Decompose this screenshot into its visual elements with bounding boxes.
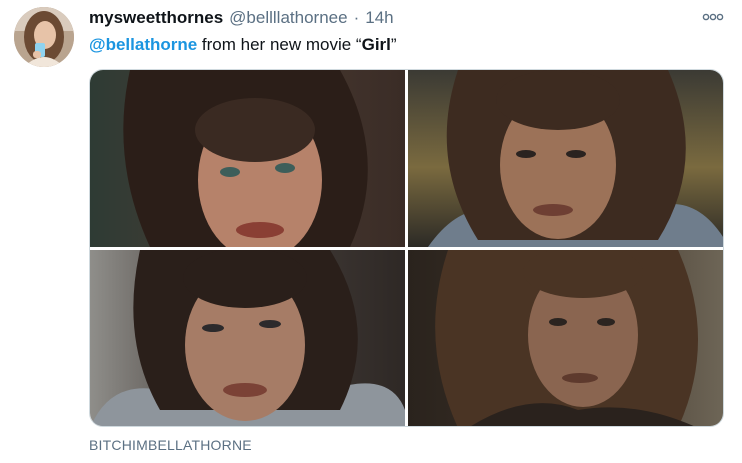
display-name[interactable]: mysweetthornes xyxy=(89,8,223,28)
watermark-caption: BITCHIMBELLATHORNE xyxy=(89,437,252,453)
photo-2[interactable] xyxy=(408,70,723,247)
tweet-text-middle: from her new movie “ xyxy=(197,35,362,54)
mention-link[interactable]: @bellathorne xyxy=(89,35,197,54)
more-options-icon[interactable] xyxy=(702,10,724,24)
photo-1[interactable] xyxy=(90,70,405,247)
tweet-text-end: ” xyxy=(390,35,397,54)
tweet-header: mysweetthornes @bellllathornee · 14h xyxy=(89,8,394,30)
avatar[interactable] xyxy=(14,7,74,67)
media-grid xyxy=(89,69,724,427)
tweet-text: @bellathorne from her new movie “Girl” xyxy=(89,35,397,55)
tweet-card[interactable]: mysweetthornes @bellllathornee · 14h @be… xyxy=(0,0,742,463)
movie-title: Girl xyxy=(361,35,391,54)
photo-3[interactable] xyxy=(90,250,405,426)
separator-dot: · xyxy=(353,8,360,27)
timestamp[interactable]: 14h xyxy=(365,8,393,28)
user-handle[interactable]: @bellllathornee xyxy=(229,8,347,28)
photo-4[interactable] xyxy=(408,250,723,426)
